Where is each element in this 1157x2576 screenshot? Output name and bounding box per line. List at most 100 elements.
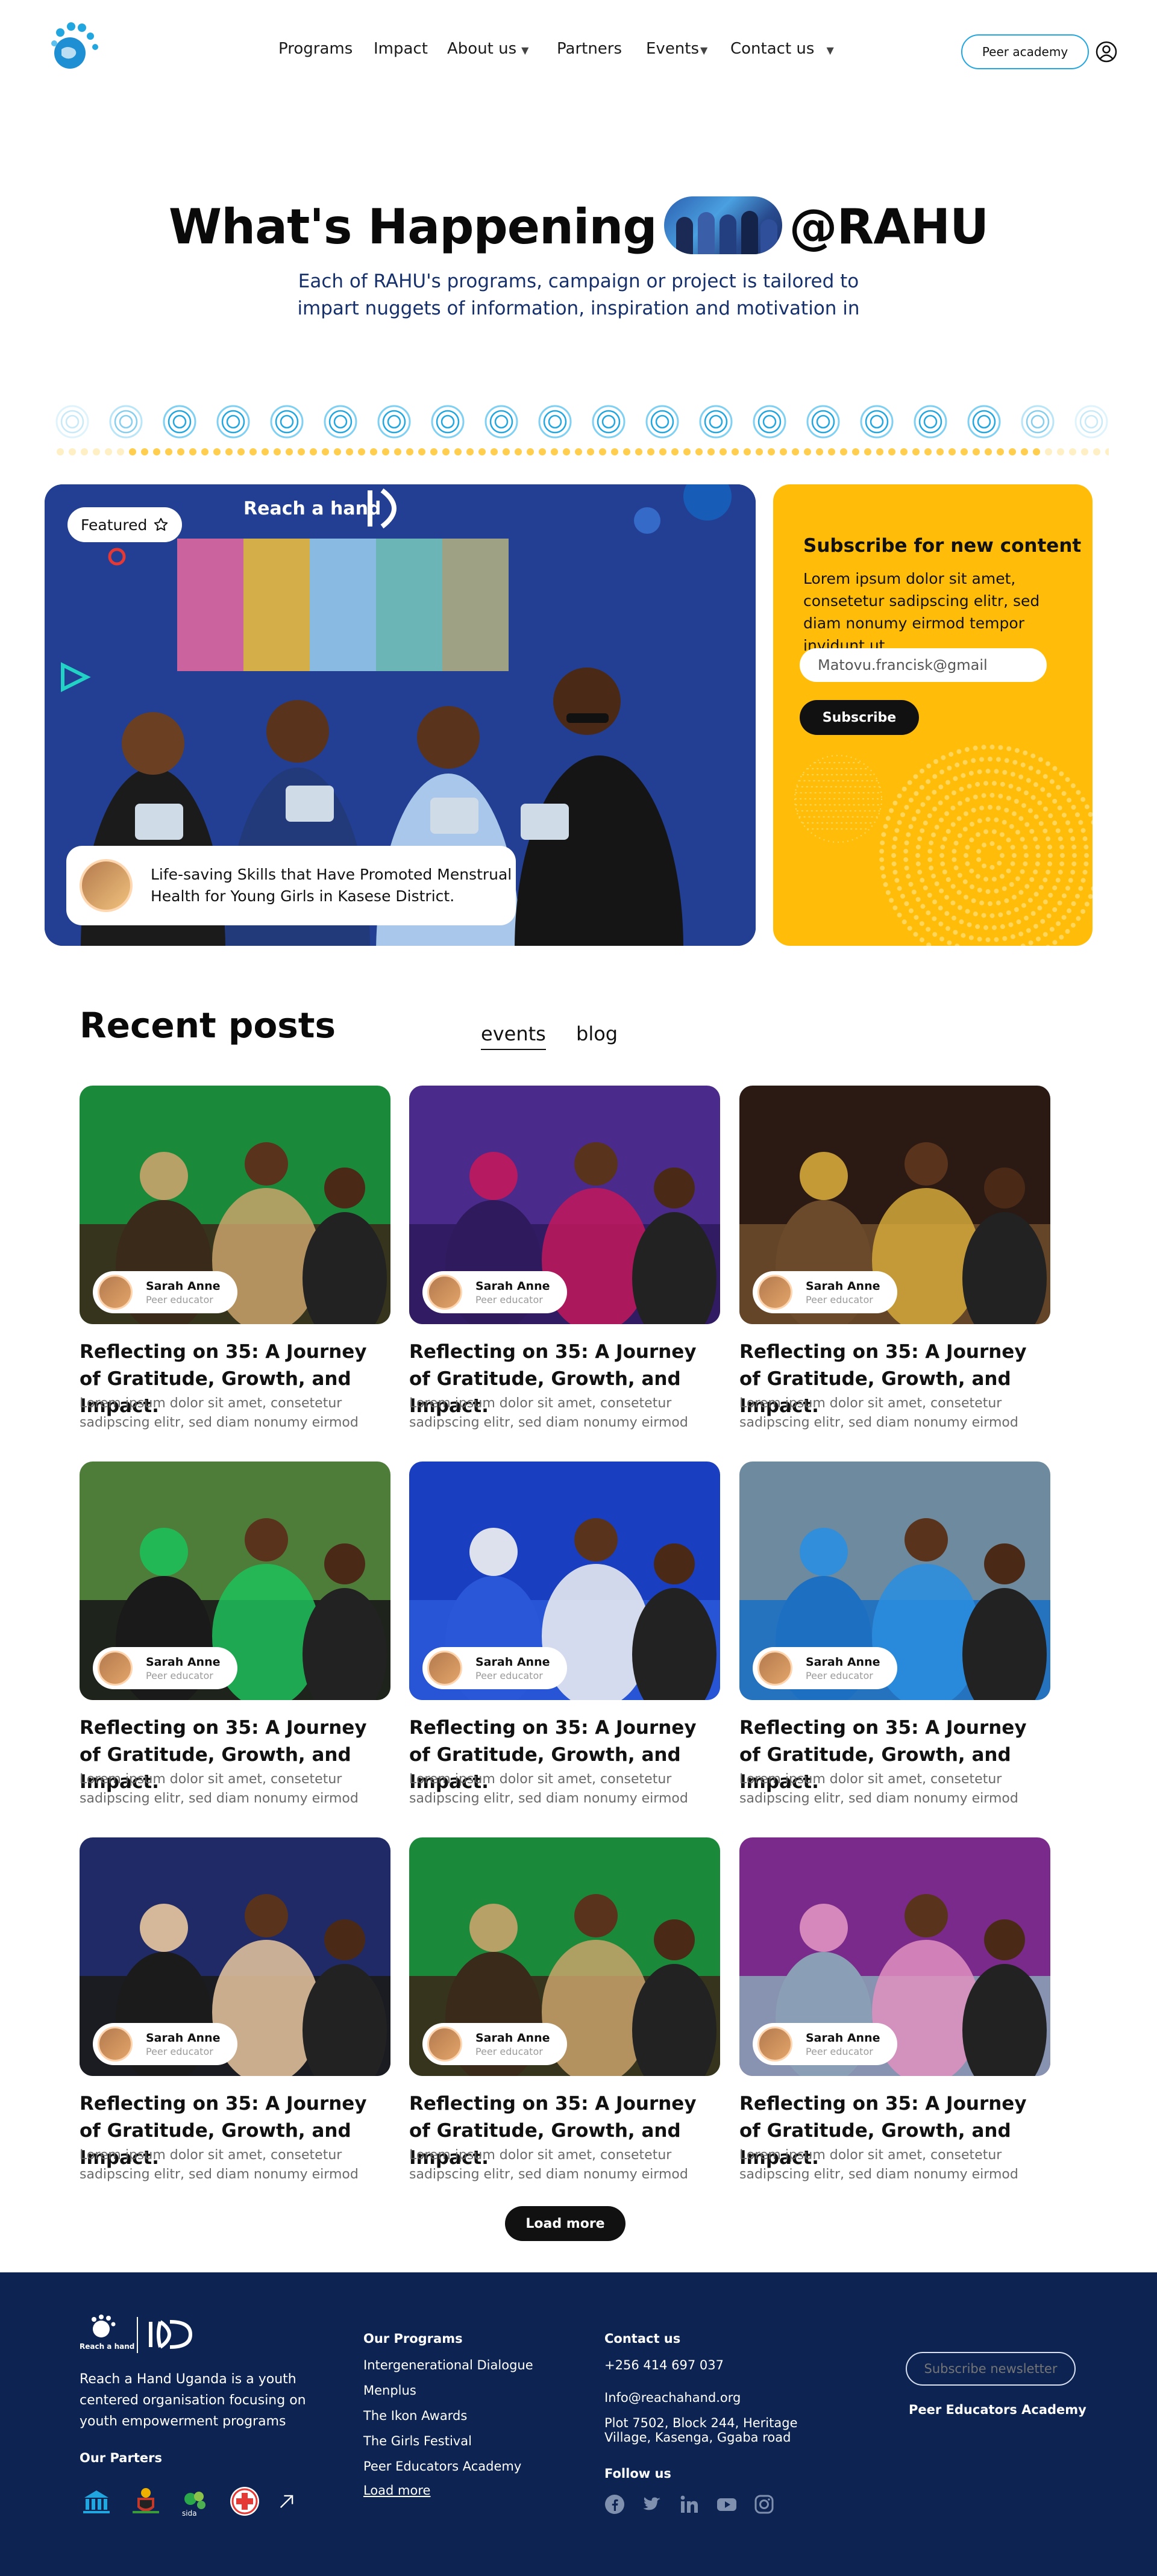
post-excerpt: Lorem ipsum dolor sit amet, consetetur s… bbox=[80, 1396, 359, 1430]
nav-about-us[interactable]: About us ▼ bbox=[447, 40, 528, 58]
subscribe-text: Lorem ipsum dolor sit amet, consetetur s… bbox=[803, 570, 1040, 654]
author-names: Sarah Anne Peer educator bbox=[475, 2031, 550, 2057]
author-names: Sarah Anne Peer educator bbox=[475, 1280, 550, 1305]
featured-caption[interactable]: Life-saving Skills that Have Promoted Me… bbox=[66, 846, 516, 925]
post-excerpt: Lorem ipsum dolor sit amet, consetetur s… bbox=[739, 2148, 1018, 2182]
linkedin-icon[interactable] bbox=[679, 2494, 700, 2515]
author-badge[interactable]: Sarah Anne Peer educator bbox=[93, 1271, 237, 1313]
nav-events[interactable]: Events ▼ bbox=[646, 40, 707, 58]
svg-text:Reach a hand: Reach a hand bbox=[243, 498, 381, 519]
author-role: Peer educator bbox=[806, 2045, 873, 2057]
featured-post[interactable]: Reach a hand Featured Life-saving Skills… bbox=[45, 484, 756, 946]
load-more-button[interactable]: Load more bbox=[505, 2206, 626, 2241]
post-card[interactable]: Sarah Anne Peer educator Reflecting on 35:… bbox=[739, 1837, 1050, 2182]
nav-programs[interactable]: Programs bbox=[278, 40, 353, 58]
user-icon[interactable] bbox=[1096, 41, 1117, 63]
author-badge[interactable]: Sarah Anne Peer educator bbox=[422, 2023, 567, 2065]
author-names: Sarah Anne Peer educator bbox=[475, 1655, 550, 1681]
recent-posts-title: Recent posts bbox=[80, 1005, 336, 1046]
author-name: Sarah Anne bbox=[146, 1279, 221, 1293]
author-name: Sarah Anne bbox=[475, 1279, 550, 1293]
post-excerpt: Lorem ipsum dolor sit amet, consetetur s… bbox=[80, 1772, 359, 1806]
twitter-icon[interactable] bbox=[642, 2494, 662, 2515]
author-badge[interactable]: Sarah Anne Peer educator bbox=[753, 2023, 897, 2065]
post-card[interactable]: Sarah Anne Peer educator Reflecting on 35:… bbox=[409, 1086, 720, 1430]
author-names: Sarah Anne Peer educator bbox=[146, 2031, 220, 2057]
subscribe-button[interactable]: Subscribe bbox=[800, 700, 919, 735]
author-badge[interactable]: Sarah Anne Peer educator bbox=[93, 2023, 237, 2065]
uganda-coat-of-arms-icon[interactable] bbox=[129, 2484, 163, 2518]
author-badge[interactable]: Sarah Anne Peer educator bbox=[422, 1271, 567, 1313]
sida-logo-icon[interactable]: sida bbox=[178, 2484, 212, 2518]
social-links bbox=[604, 2494, 774, 2515]
featured-badge: Featured bbox=[67, 507, 183, 542]
footer-program-link[interactable]: Menplus bbox=[363, 2383, 416, 2398]
author-badge[interactable]: Sarah Anne Peer educator bbox=[93, 1647, 237, 1689]
newsletter-input[interactable] bbox=[906, 2352, 1076, 2386]
instagram-icon[interactable] bbox=[754, 2494, 774, 2515]
post-card[interactable]: Sarah Anne Peer educator Reflecting on 35:… bbox=[739, 1086, 1050, 1430]
red-cross-logo-icon[interactable] bbox=[228, 2484, 262, 2518]
post-card[interactable]: Sarah Anne Peer educator Reflecting on 35:… bbox=[80, 1086, 390, 1430]
arrow-up-right-icon[interactable] bbox=[277, 2492, 296, 2511]
logo-hand-icon[interactable] bbox=[47, 18, 101, 72]
post-excerpt: Lorem ipsum dolor sit amet, consetetur s… bbox=[409, 1396, 688, 1430]
author-name: Sarah Anne bbox=[146, 2031, 221, 2045]
footer-peer-academy-link[interactable]: Peer Educators Academy bbox=[909, 2402, 1086, 2417]
footer-program-link[interactable]: The Girls Festival bbox=[363, 2434, 472, 2448]
footer-description: Reach a Hand Uganda is a youth centered … bbox=[80, 2372, 306, 2429]
caret-down-icon: ▼ bbox=[700, 45, 708, 56]
footer-load-more-link[interactable]: Load more bbox=[363, 2483, 430, 2498]
post-excerpt: Lorem ipsum dolor sit amet, consetetur s… bbox=[739, 1396, 1018, 1430]
footer-email[interactable]: Info@reachahand.org bbox=[604, 2390, 741, 2405]
author-badge[interactable]: Sarah Anne Peer educator bbox=[753, 1271, 897, 1313]
avatar bbox=[757, 1275, 792, 1310]
author-badge[interactable]: Sarah Anne Peer educator bbox=[422, 1647, 567, 1689]
hero-title-before: What's Happening bbox=[168, 199, 657, 255]
avatar bbox=[98, 2027, 133, 2062]
peer-academy-button[interactable]: Peer academy bbox=[961, 34, 1089, 69]
avatar bbox=[98, 1651, 133, 1686]
email-field[interactable] bbox=[800, 648, 1047, 682]
author-name: Sarah Anne bbox=[475, 1655, 550, 1669]
footer: Reach a hand Reach a Hand Uganda is a yo… bbox=[0, 2272, 1157, 2576]
follow-heading: Follow us bbox=[604, 2466, 671, 2481]
youtube-icon[interactable] bbox=[716, 2494, 737, 2515]
author-badge[interactable]: Sarah Anne Peer educator bbox=[753, 1647, 897, 1689]
author-role: Peer educator bbox=[806, 1293, 873, 1305]
author-name: Sarah Anne bbox=[806, 2031, 880, 2045]
facebook-icon[interactable] bbox=[604, 2494, 625, 2515]
tab-events[interactable]: events bbox=[481, 1022, 546, 1050]
programs-heading: Our Programs bbox=[363, 2331, 463, 2346]
author-role: Peer educator bbox=[806, 1669, 873, 1681]
subscribe-title: Subscribe for new content bbox=[803, 535, 1082, 557]
nav-contact-us[interactable]: Contact us ▼ bbox=[730, 40, 834, 58]
post-card[interactable]: Sarah Anne Peer educator Reflecting on 35:… bbox=[409, 1462, 720, 1806]
nav-impact[interactable]: Impact bbox=[374, 40, 428, 58]
star-icon bbox=[154, 517, 168, 531]
unesco-logo-icon[interactable] bbox=[80, 2484, 113, 2518]
post-card[interactable]: Sarah Anne Peer educator Reflecting on 35:… bbox=[739, 1462, 1050, 1806]
contact-heading: Contact us bbox=[604, 2331, 681, 2346]
author-names: Sarah Anne Peer educator bbox=[146, 1655, 220, 1681]
author-names: Sarah Anne Peer educator bbox=[806, 2031, 880, 2057]
footer-phone[interactable]: +256 414 697 037 bbox=[604, 2358, 724, 2372]
avatar bbox=[757, 1651, 792, 1686]
decorative-circles-band bbox=[55, 405, 1109, 455]
tab-blog[interactable]: blog bbox=[576, 1022, 618, 1049]
post-card[interactable]: Sarah Anne Peer educator Reflecting on 35:… bbox=[80, 1837, 390, 2182]
footer-program-link[interactable]: The Ikon Awards bbox=[363, 2409, 467, 2423]
nav-partners[interactable]: Partners bbox=[557, 40, 622, 58]
footer-program-link[interactable]: Intergenerational Dialogue bbox=[363, 2358, 533, 2372]
author-name: Sarah Anne bbox=[806, 1655, 880, 1669]
subscribe-panel: Subscribe for new content Lorem ipsum do… bbox=[773, 484, 1093, 946]
featured-badge-label: Featured bbox=[81, 516, 148, 534]
hero-title-after: @RAHU bbox=[789, 199, 989, 255]
author-role: Peer educator bbox=[146, 1293, 213, 1305]
post-card[interactable]: Sarah Anne Peer educator Reflecting on 35:… bbox=[409, 1837, 720, 2182]
footer-program-link[interactable]: Peer Educators Academy bbox=[363, 2459, 521, 2474]
post-card[interactable]: Sarah Anne Peer educator Reflecting on 35:… bbox=[80, 1462, 390, 1806]
featured-caption-text: Life-saving Skills that Have Promoted Me… bbox=[151, 866, 512, 905]
footer-logo[interactable]: Reach a hand bbox=[80, 2313, 200, 2357]
nav-contact-label: Contact us bbox=[730, 40, 815, 58]
